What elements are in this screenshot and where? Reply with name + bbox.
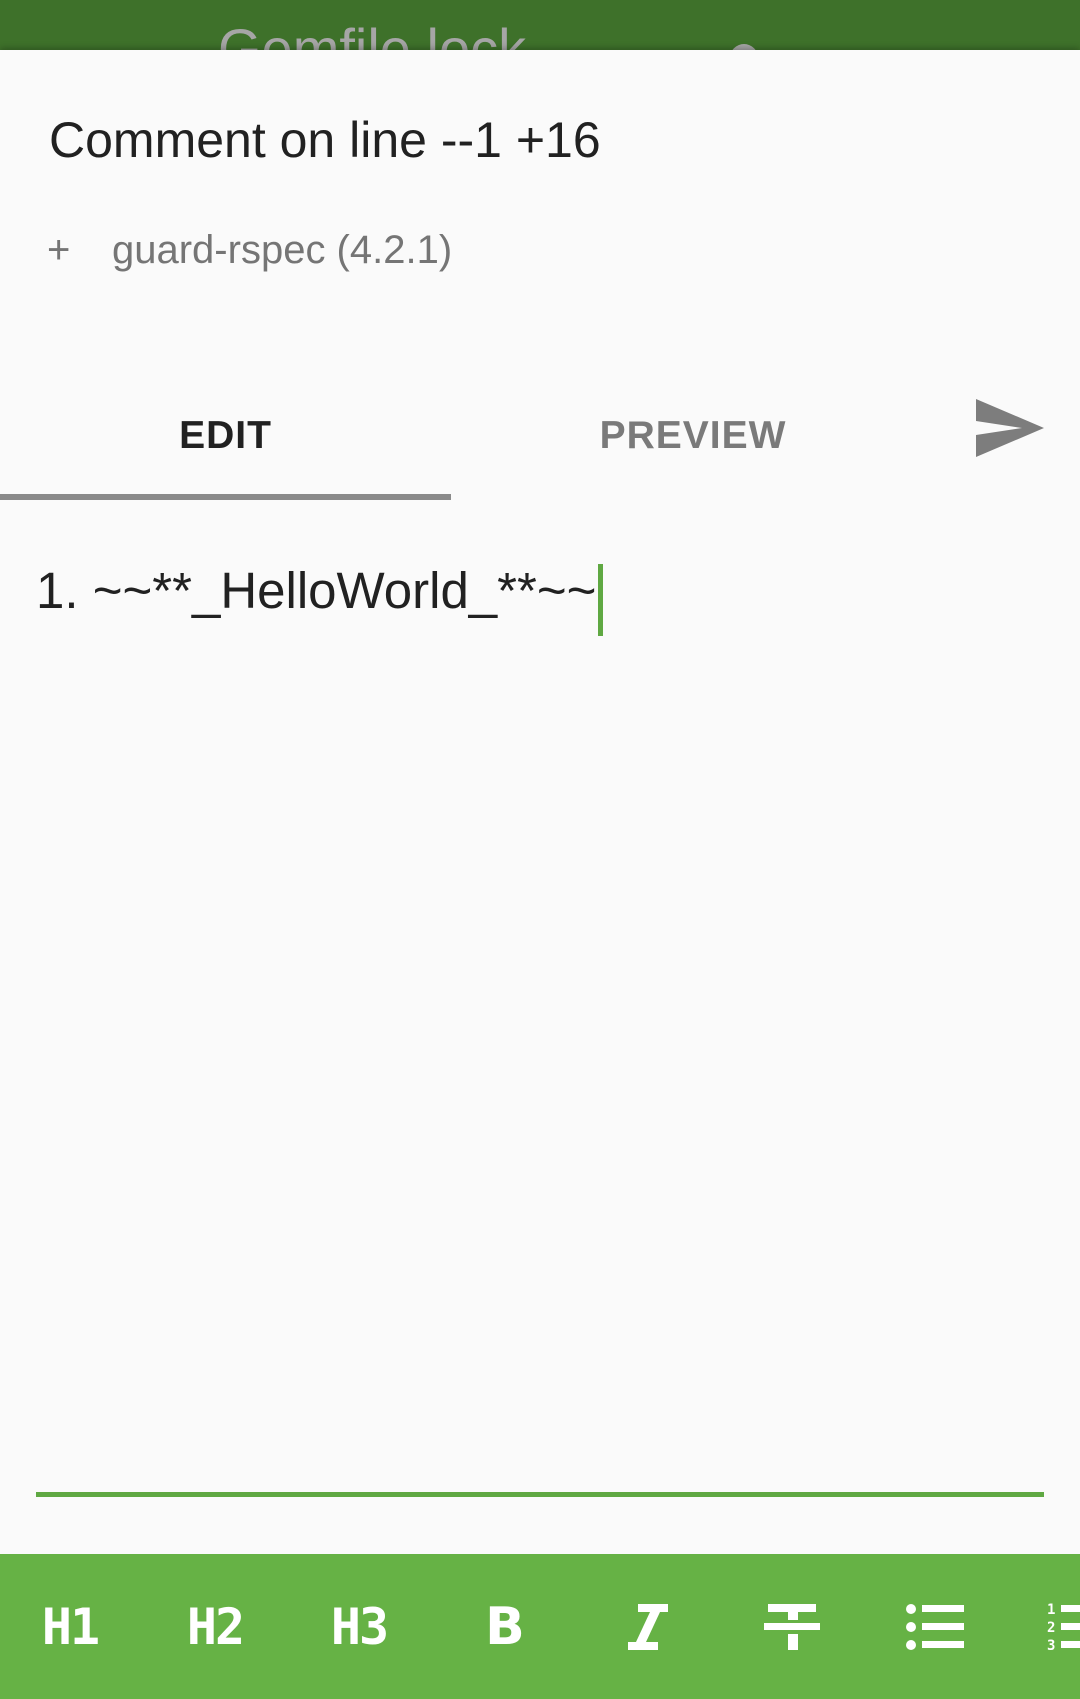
bold-icon: B [485,1596,525,1657]
tab-selected-indicator [0,494,451,500]
app-bar-title: Gemfile.lock [218,17,527,50]
numbered-list-button[interactable]: 1 2 3 [1000,1554,1080,1699]
diff-line-text: guard-rspec (4.2.1) [112,227,453,272]
diff-added-marker: + [47,227,71,272]
bulleted-list-icon [906,1603,964,1650]
svg-text:2: 2 [1047,1620,1055,1636]
italic-icon [628,1603,668,1650]
heading-2-icon: H2 [186,1597,245,1656]
tab-edit[interactable]: EDIT [0,372,451,500]
heading-1-icon: H1 [41,1597,100,1656]
send-button[interactable] [960,378,1060,478]
comment-input-underline [36,1492,1044,1497]
strikethrough-button[interactable] [727,1554,857,1699]
formatting-toolbar: H1 H2 H3 B 1 2 3 [0,1554,1080,1699]
tab-preview[interactable]: PREVIEW [451,372,935,500]
heading-2-button[interactable]: H2 [150,1554,280,1699]
editor-tabs: EDIT PREVIEW [0,372,1080,500]
heading-1-button[interactable]: H1 [5,1554,135,1699]
send-icon [976,399,1044,457]
heading-3-button[interactable]: H3 [294,1554,424,1699]
comment-input[interactable]: 1. ~~**_HelloWorld_**~~ [36,548,1044,1498]
comment-input-text: 1. ~~**_HelloWorld_**~~ [36,562,597,619]
svg-text:3: 3 [1047,1638,1055,1652]
bold-button[interactable]: B [440,1554,570,1699]
svg-text:1: 1 [1047,1602,1055,1618]
app-bar: Gemfile.lock [0,0,1080,50]
numbered-list-icon: 1 2 3 [1047,1602,1080,1652]
screen: Gemfile.lock Comment on line --1 +16 + g… [0,0,1080,1699]
italic-button[interactable] [583,1554,713,1699]
diff-line: + guard-rspec (4.2.1) [47,224,452,276]
heading-3-icon: H3 [330,1597,389,1656]
dialog-title: Comment on line --1 +16 [49,112,601,168]
strikethrough-icon [764,1603,820,1650]
text-cursor [598,563,604,636]
bulleted-list-button[interactable] [870,1554,1000,1699]
